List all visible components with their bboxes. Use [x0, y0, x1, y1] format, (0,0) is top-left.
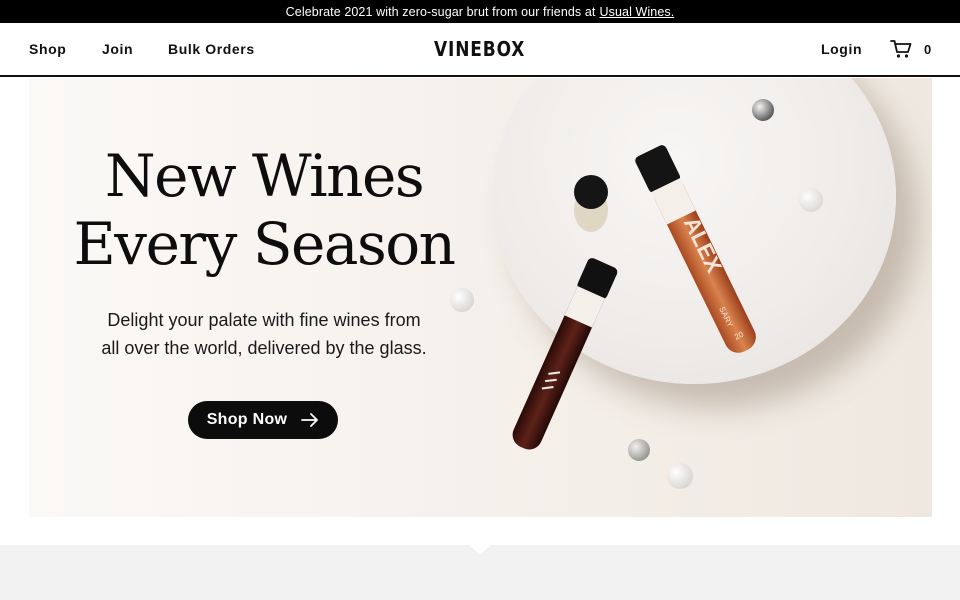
hero-subtitle-line-1: Delight your palate with fine wines from: [107, 310, 421, 330]
site-logo[interactable]: VINEBOX: [434, 37, 525, 61]
login-link[interactable]: Login: [821, 23, 862, 75]
shop-now-label: Shop Now: [206, 411, 288, 428]
nav-bulk-orders-link[interactable]: Bulk Orders: [168, 23, 255, 75]
hero-title-line-2: Every Season: [73, 210, 456, 278]
logo-container: VINEBOX: [0, 23, 960, 75]
announcement-text: Celebrate 2021 with zero-sugar brut from…: [285, 4, 596, 19]
nav-join-link[interactable]: Join: [102, 23, 133, 75]
hero-title-line-1: New Wines: [104, 142, 425, 210]
site-header: Shop Join Bulk Orders VINEBOX Login 0: [0, 23, 960, 77]
announcement-bar: Celebrate 2021 with zero-sugar brut from…: [0, 0, 960, 23]
shop-now-button[interactable]: Shop Now: [188, 401, 338, 439]
nav-shop-link[interactable]: Shop: [29, 23, 66, 75]
announcement-link[interactable]: Usual Wines.: [599, 5, 674, 19]
hero-subtitle-line-2: all over the world, delivered by the gla…: [101, 338, 427, 358]
hero-banner: ALEX SARY 20 New Wines Every Season Deli…: [29, 78, 932, 517]
cart-count: 0: [924, 41, 932, 57]
hero-title: New Wines Every Season: [29, 142, 499, 278]
shopping-cart-icon: [890, 40, 912, 58]
cart-button[interactable]: 0: [890, 37, 931, 61]
section-notch: [469, 545, 491, 555]
hero-subtitle: Delight your palate with fine wines from…: [69, 306, 459, 362]
arrow-right-icon: [301, 413, 319, 427]
